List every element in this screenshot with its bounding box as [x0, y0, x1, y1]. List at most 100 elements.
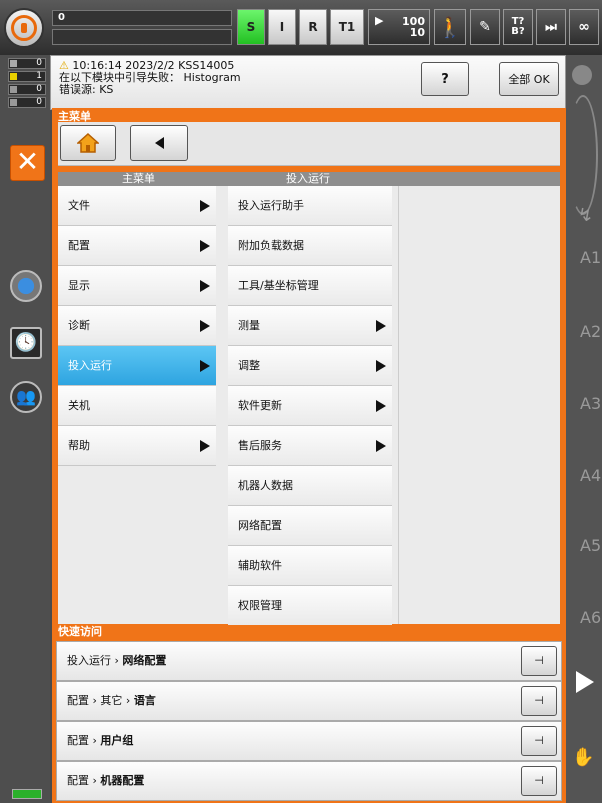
axis-label-a2[interactable]: A2	[580, 322, 601, 341]
pin-button[interactable]: ⊣	[521, 686, 557, 716]
pin-button[interactable]: ⊣	[521, 726, 557, 756]
menu-item-label: 售后服务	[238, 439, 282, 452]
jog-icon: ✎	[479, 19, 491, 35]
pin-button[interactable]: ⊣	[521, 766, 557, 796]
clock-icon[interactable]: 🕓	[10, 327, 42, 359]
main-menu-robot-button[interactable]	[4, 8, 44, 48]
message-text: ⚠ 10:16:14 2023/2/2 KSS14005 在以下模块中引导失败：…	[59, 60, 241, 96]
submenu-arrow-icon	[376, 400, 386, 412]
base-label: B?	[511, 26, 525, 37]
ok-all-button[interactable]: 全部 OK	[499, 62, 559, 96]
close-icon: ✕	[15, 145, 40, 178]
status-led	[12, 789, 42, 799]
menu-item-label: 权限管理	[238, 599, 282, 612]
home-icon	[77, 133, 99, 153]
warning-counter[interactable]: 1	[8, 71, 46, 82]
jog-override: 10	[409, 26, 425, 39]
menu-item-label: 帮助	[68, 439, 90, 452]
program-name: 0	[52, 10, 232, 26]
info-icon	[10, 86, 17, 93]
quick-access-panel: 快速访问 投入运行 › 网络配置 ⊣ 配置 › 其它 › 语言 ⊣ 配置 › 用…	[52, 625, 566, 803]
dialog-counter[interactable]: 0	[8, 97, 46, 108]
jog-mouse-icon[interactable]	[568, 95, 598, 215]
menu-column-1: 文件配置显示诊断投入运行关机帮助	[58, 186, 222, 624]
submenu-arrow-icon	[376, 440, 386, 452]
help-button[interactable]: ?	[421, 62, 469, 96]
axis-label-a5[interactable]: A5	[580, 536, 601, 555]
program-progress	[52, 29, 232, 45]
axis-label-a4[interactable]: A4	[580, 466, 601, 485]
ack-counter[interactable]: 0	[8, 58, 46, 69]
menu-item[interactable]: 诊断	[58, 306, 216, 346]
menu-item[interactable]: 软件更新	[228, 386, 392, 426]
menu-item[interactable]: 测量	[228, 306, 392, 346]
quick-access-row[interactable]: 投入运行 › 网络配置 ⊣	[56, 641, 562, 681]
message-source: 错误源: KS	[59, 83, 114, 96]
menu-columns: 文件配置显示诊断投入运行关机帮助 投入运行助手附加负载数据工具/基坐标管理测量调…	[58, 186, 560, 626]
hand-icon[interactable]: ✋	[572, 747, 594, 768]
menu-item[interactable]: 投入运行助手	[228, 186, 392, 226]
menu-item-label: 关机	[68, 399, 90, 412]
submit-status-button[interactable]: S	[237, 9, 265, 45]
main-menu-window: 主菜单 主菜单 投入运行 文件 配置 显示 诊断 投入运行 关机 帮助 投入运行助手 附加负载…	[52, 108, 566, 628]
step-icon: ⏭	[545, 19, 557, 35]
pin-icon: ⊣	[534, 774, 544, 787]
pin-icon: ⊣	[534, 654, 544, 667]
tool-base-button[interactable]: T? B?	[503, 9, 533, 45]
menu-item[interactable]: 售后服务	[228, 426, 392, 466]
submenu-arrow-icon	[200, 280, 210, 292]
menu-item[interactable]: 文件	[58, 186, 216, 226]
user-group-icon[interactable]: 👥	[10, 381, 42, 413]
infinity-button[interactable]: ∞	[569, 9, 599, 45]
menu-item[interactable]: 辅助软件	[228, 546, 392, 586]
submenu-arrow-icon	[200, 320, 210, 332]
menu-item[interactable]: 网络配置	[228, 506, 392, 546]
menu-item[interactable]: 关机	[58, 386, 216, 426]
axis-label-a6[interactable]: A6	[580, 608, 601, 627]
run-mode-button[interactable]: 🚶	[434, 9, 466, 45]
menu-item[interactable]: 权限管理	[228, 586, 392, 626]
submenu-arrow-icon	[200, 440, 210, 452]
home-button[interactable]	[60, 125, 116, 161]
start-play-icon[interactable]	[576, 671, 594, 693]
pin-button[interactable]: ⊣	[521, 646, 557, 676]
back-arrow-icon	[154, 137, 164, 149]
axis-label-a1[interactable]: A1	[580, 248, 601, 267]
ack-icon	[10, 60, 17, 67]
submenu-arrow-icon	[376, 320, 386, 332]
menu-item[interactable]: 附加负载数据	[228, 226, 392, 266]
menu-item[interactable]: 投入运行	[58, 346, 216, 386]
jog-mode-button[interactable]: ✎	[470, 9, 500, 45]
menu-item-label: 显示	[68, 279, 90, 292]
info-counter[interactable]: 0	[8, 84, 46, 95]
globe-icon[interactable]	[572, 65, 592, 85]
coordinate-icon[interactable]: ↯	[578, 205, 593, 226]
incremental-jog-button[interactable]: ⏭	[536, 9, 566, 45]
axis-label-a3[interactable]: A3	[580, 394, 601, 413]
pin-icon: ⊣	[534, 694, 544, 707]
back-button[interactable]	[130, 125, 188, 161]
menu-item[interactable]: 机器人数据	[228, 466, 392, 506]
override-button[interactable]: 100 10 ▶	[368, 9, 430, 45]
menu-item[interactable]: 帮助	[58, 426, 216, 466]
menu-item-label: 诊断	[68, 319, 90, 332]
robot-interpreter-button[interactable]: R	[299, 9, 327, 45]
menu-column-2: 投入运行助手附加负载数据工具/基坐标管理测量 调整 软件更新售后服务机器人数据 网络配…	[228, 186, 392, 626]
menu-item[interactable]: 配置	[58, 226, 216, 266]
menu-toolbar	[58, 122, 560, 166]
close-menu-button[interactable]: ✕	[10, 145, 45, 181]
menu-item[interactable]: 调整	[228, 346, 392, 386]
submenu-arrow-icon	[376, 360, 386, 372]
menu-item-label: 附加负载数据	[238, 239, 304, 252]
menu-item-label: 文件	[68, 199, 90, 212]
quick-access-row[interactable]: 配置 › 其它 › 语言 ⊣	[56, 681, 562, 721]
quick-access-row[interactable]: 配置 › 机器配置 ⊣	[56, 761, 562, 801]
operating-mode-button[interactable]: T1	[330, 9, 364, 45]
menu-item[interactable]: 显示	[58, 266, 216, 306]
submenu-arrow-icon	[200, 240, 210, 252]
quick-access-row[interactable]: 配置 › 用户组 ⊣	[56, 721, 562, 761]
drives-status-button[interactable]: I	[268, 9, 296, 45]
menu-item[interactable]: 工具/基坐标管理	[228, 266, 392, 306]
settings-gear-icon[interactable]	[10, 270, 42, 302]
menu-item-label: 工具/基坐标管理	[238, 279, 319, 292]
